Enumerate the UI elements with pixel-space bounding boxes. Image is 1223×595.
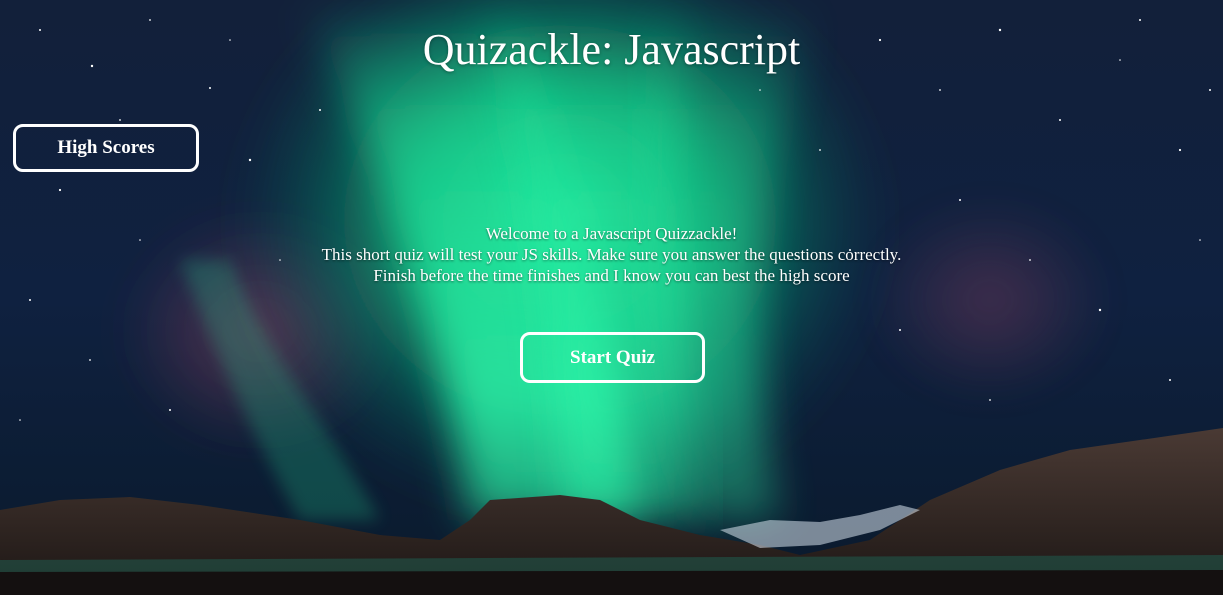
- welcome-line-1: Welcome to a Javascript Quizzackle!: [485, 224, 738, 243]
- page-title: Quizackle: Javascript: [422, 25, 801, 74]
- start-quiz-button[interactable]: Start Quiz: [520, 332, 705, 383]
- welcome-line-2: This short quiz will test your JS skills…: [321, 245, 902, 264]
- welcome-line-3: Finish before the time finishes and I kn…: [373, 266, 850, 285]
- welcome-message: Welcome to a Javascript Quizzackle! This…: [0, 223, 1223, 286]
- high-scores-button[interactable]: High Scores: [13, 124, 199, 172]
- background-aurora-image: [0, 0, 1223, 595]
